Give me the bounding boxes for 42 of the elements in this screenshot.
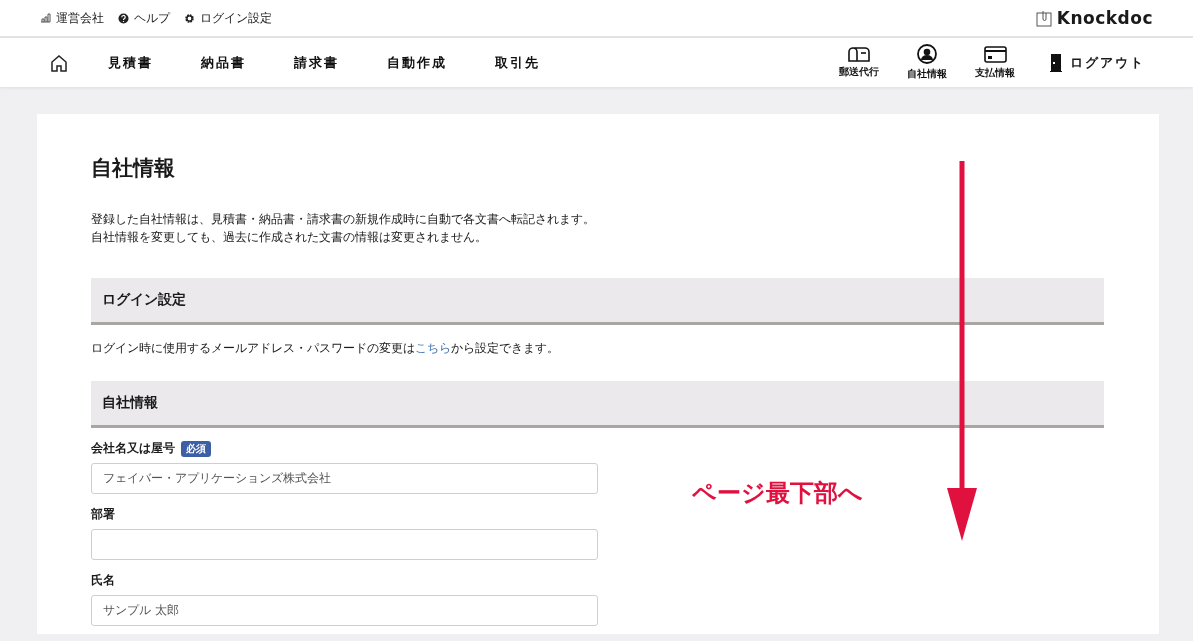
intro-text: 自社情報を変更しても、過去に作成された文書の情報は変更されません。: [91, 229, 488, 246]
gear-icon: [184, 12, 195, 24]
nav-icon-label: 自社情報: [907, 67, 947, 81]
door-icon: [1050, 53, 1062, 72]
logout-link[interactable]: ログアウト: [1050, 53, 1145, 72]
intro-text: 登録した自社情報は、見積書・納品書・請求書の新規作成時に自動で各文書へ転記されます。: [91, 211, 596, 228]
top-link[interactable]: ログイン設定: [184, 9, 272, 27]
field-label: 会社名又は屋号: [91, 440, 175, 457]
section-heading: ログイン設定: [91, 278, 1104, 325]
nav-icon-link[interactable]: 郵送代行: [830, 46, 888, 79]
clipboard-icon: [1035, 9, 1052, 27]
required-badge: 必須: [181, 440, 211, 457]
top-link[interactable]: ヘルプ: [118, 9, 170, 27]
top-link[interactable]: 運営会社: [40, 9, 104, 27]
logo[interactable]: Knockdoc: [1035, 8, 1153, 28]
nav-link[interactable]: 納品書: [201, 53, 246, 72]
credit-card-icon: [983, 45, 1007, 63]
nav-link[interactable]: 自動作成: [387, 53, 447, 72]
nav-icon-link[interactable]: 支払情報: [966, 45, 1024, 80]
login-info-text: ログイン時に使用するメールアドレス・パスワードの変更はこちらから設定できます。: [91, 341, 560, 356]
user-icon: [917, 44, 937, 64]
settings-link[interactable]: こちら: [415, 341, 451, 355]
field-label: 氏名: [91, 572, 115, 589]
home-icon[interactable]: [50, 53, 68, 72]
section-heading: 自社情報: [91, 381, 1104, 428]
nav-icon-label: 郵送代行: [839, 65, 879, 79]
nav-icon-link[interactable]: 自社情報: [898, 44, 956, 81]
text-field[interactable]: サンプル 太郎: [91, 595, 598, 626]
building-icon: [40, 13, 51, 23]
nav-link[interactable]: 見積書: [108, 53, 153, 72]
field-label: 部署: [91, 506, 115, 523]
annotation-text: ページ最下部へ: [692, 478, 863, 509]
help-icon: [118, 12, 129, 24]
mailbox-icon: [848, 46, 870, 62]
nav-link[interactable]: 請求書: [294, 53, 339, 72]
text-field[interactable]: [91, 529, 598, 560]
page-title: 自社情報: [91, 155, 176, 182]
logout-label: ログアウト: [1070, 53, 1145, 72]
text-field[interactable]: フェイバー・アプリケーションズ株式会社: [91, 463, 598, 494]
logo-text: Knockdoc: [1056, 8, 1153, 28]
nav-icon-label: 支払情報: [975, 65, 1015, 80]
nav-link[interactable]: 取引先: [495, 53, 540, 72]
